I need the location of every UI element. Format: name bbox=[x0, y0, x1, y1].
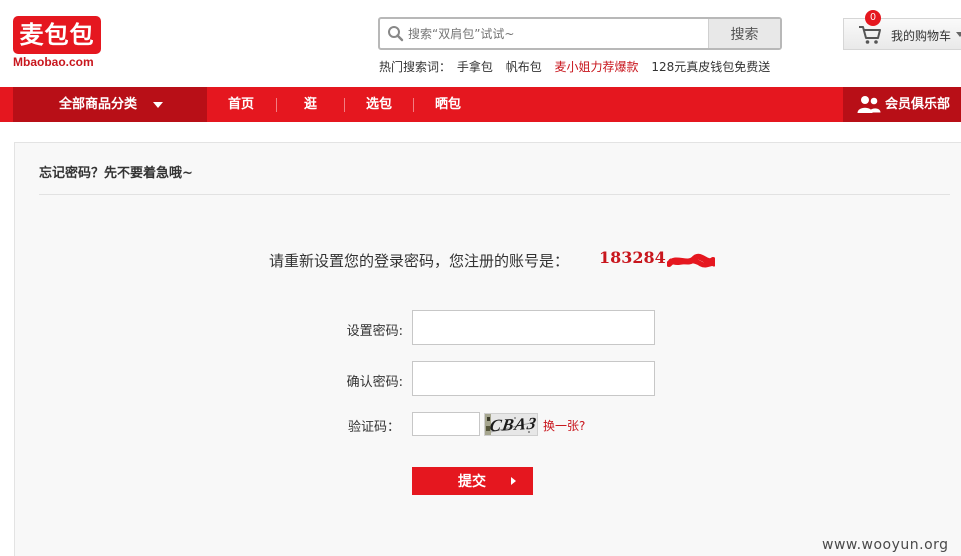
hot-search-term[interactable]: 手拿包 bbox=[457, 60, 493, 74]
confirm-password-input[interactable] bbox=[412, 361, 655, 396]
nav-item-browse[interactable]: 逛 bbox=[304, 87, 317, 122]
nav-item-home[interactable]: 首页 bbox=[228, 87, 254, 122]
chevron-down-icon bbox=[956, 32, 961, 37]
search-button[interactable]: 搜索 bbox=[708, 19, 780, 48]
watermark: www.wooyun.org bbox=[822, 537, 949, 553]
chevron-down-icon bbox=[153, 102, 163, 108]
cart-label: 我的购物车 bbox=[891, 29, 952, 43]
logo-en: Mbaobao.com bbox=[13, 55, 94, 69]
member-club-link[interactable]: 会员俱乐部 bbox=[843, 87, 961, 122]
cart-icon bbox=[859, 26, 881, 44]
nav-item-choose-bag[interactable]: 选包 bbox=[366, 87, 392, 122]
confirm-password-label: 确认密码: bbox=[346, 375, 403, 390]
main-nav: 全部商品分类 首页 逛 选包 晒包 会员俱乐部 bbox=[0, 87, 961, 122]
new-password-input[interactable] bbox=[412, 310, 655, 345]
nav-item-show-bag[interactable]: 晒包 bbox=[435, 87, 461, 122]
member-club-label: 会员俱乐部 bbox=[885, 97, 951, 112]
account-number: 183284 bbox=[599, 248, 666, 267]
refresh-captcha-link[interactable]: 换一张? bbox=[543, 417, 585, 434]
all-categories-label: 全部商品分类 bbox=[59, 97, 138, 112]
redaction-scribble bbox=[667, 253, 715, 268]
nav-divider bbox=[276, 98, 277, 112]
page-title: 忘记密码？先不要着急哦~ bbox=[39, 166, 193, 181]
divider bbox=[39, 194, 950, 195]
nav-divider bbox=[413, 98, 414, 112]
hot-search: 热门搜索词： 手拿包 帆布包 麦小姐力荐爆款 128元真皮钱包免费送 bbox=[379, 58, 779, 75]
all-categories-menu[interactable]: 全部商品分类 bbox=[13, 87, 207, 122]
arrow-right-icon bbox=[511, 477, 516, 485]
cart-count-badge: 0 bbox=[865, 10, 881, 26]
captcha-input[interactable] bbox=[412, 412, 480, 436]
hot-search-term[interactable]: 128元真皮钱包免费送 bbox=[651, 60, 770, 74]
submit-label: 提交 bbox=[458, 474, 486, 490]
hot-search-term-highlight[interactable]: 麦小姐力荐爆款 bbox=[555, 60, 639, 74]
captcha-text: CBA3 bbox=[488, 413, 538, 436]
nav-divider bbox=[344, 98, 345, 112]
cart-button[interactable]: 0 我的购物车 bbox=[843, 10, 961, 50]
search-box: 搜索 bbox=[378, 17, 782, 50]
hot-search-term[interactable]: 帆布包 bbox=[506, 60, 542, 74]
search-input[interactable] bbox=[408, 19, 708, 48]
site-logo[interactable]: 麦包包 Mbaobao.com bbox=[13, 16, 105, 70]
search-icon bbox=[388, 26, 404, 42]
hot-search-label: 热门搜索词： bbox=[379, 60, 452, 74]
submit-button[interactable]: 提交 bbox=[412, 467, 533, 495]
reset-intro-text: 请重新设置您的登录密码，您注册的账号是： bbox=[269, 252, 570, 270]
members-icon bbox=[857, 96, 881, 113]
password-label: 设置密码: bbox=[346, 324, 403, 339]
logo-cn: 麦包包 bbox=[13, 16, 101, 54]
reset-password-panel: 忘记密码？先不要着急哦~ 请重新设置您的登录密码，您注册的账号是： 183284… bbox=[14, 142, 961, 556]
captcha-label: 验证码： bbox=[347, 420, 400, 435]
captcha-image[interactable]: CBA3 bbox=[484, 413, 538, 436]
